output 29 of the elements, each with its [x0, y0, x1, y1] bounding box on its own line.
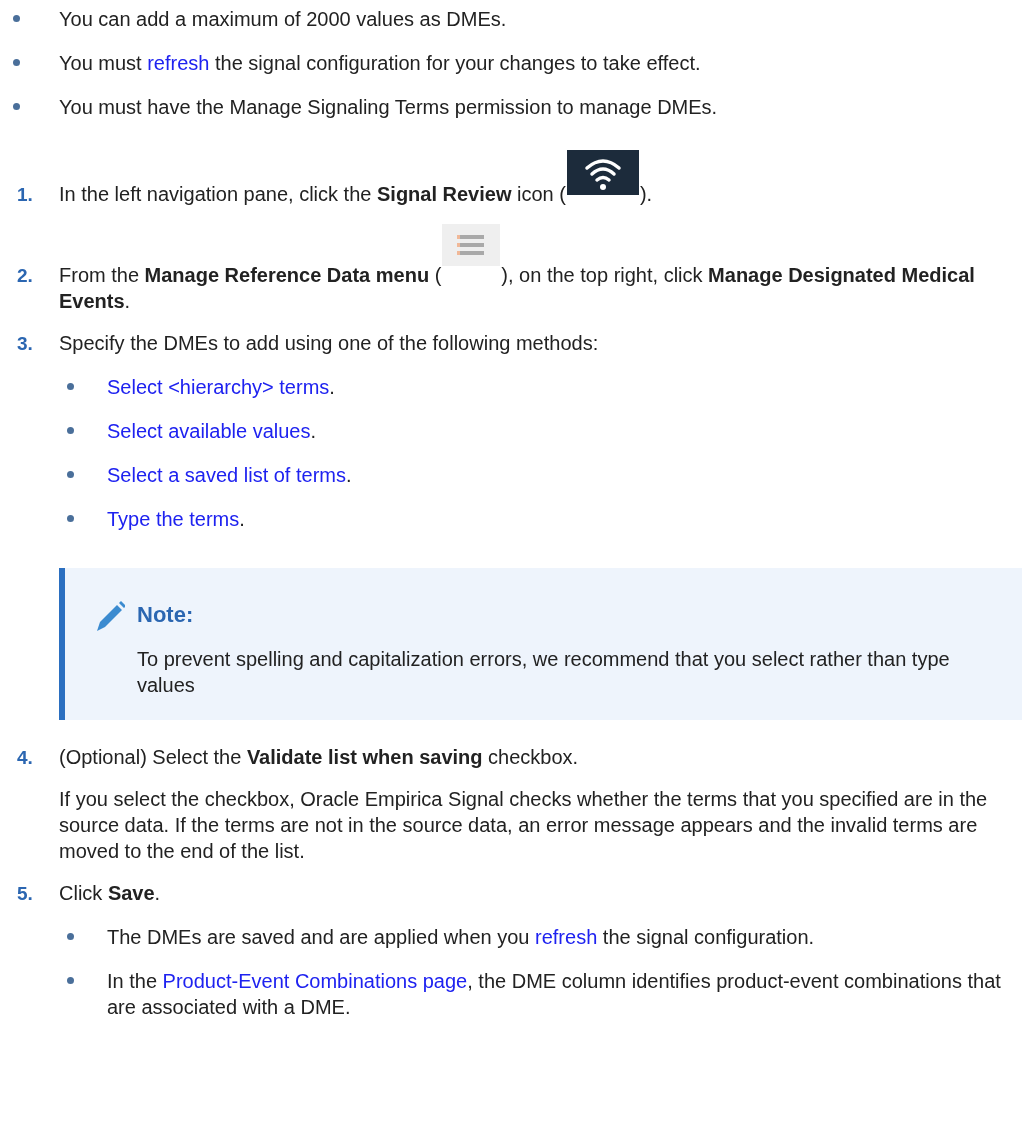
- note-title: Note:: [137, 602, 194, 628]
- bullet-text: Select <hierarchy> terms.: [107, 375, 335, 400]
- link[interactable]: Select available values: [107, 420, 311, 442]
- step-number: 1.: [17, 183, 34, 207]
- link[interactable]: Select a saved list of terms: [107, 464, 346, 486]
- bullet-text: Select a saved list of terms.: [107, 463, 352, 488]
- step-text: (Optional) Select the Validate list when saving checkbox.: [59, 745, 580, 770]
- step-text: Specify the DMEs to add using one of the following methods:: [59, 331, 600, 356]
- bullet-text: You can add a maximum of 2000 values as DMEs.: [59, 7, 507, 32]
- link[interactable]: refresh: [147, 52, 210, 74]
- bullet-text: The DMEs are saved and are applied when you refresh the signal configuration.: [107, 925, 815, 950]
- step-description: If you select the checkbox, Oracle Empirica Signal checks whether the terms that you specified are in the source data. If the terms are not in the source data, an error message appears and the invalid terms are moved to the end of the list.: [59, 787, 989, 864]
- step-text: In the left navigation pane, click the Signal Review icon ( ).: [59, 150, 1022, 207]
- bullet-text: Select available values.: [107, 419, 317, 444]
- step-text: From the Manage Reference Data menu ( ), on the top right, click Manage Designated Medical Events.: [59, 224, 1022, 314]
- bullet-text: You must refresh the signal configuration for your changes to take effect.: [59, 51, 701, 76]
- note-text: To prevent spelling and capitalization errors, we recommend that you select rather than type values: [136, 647, 951, 698]
- link[interactable]: Product-Event Combinations page: [162, 970, 468, 992]
- link[interactable]: Select <hierarchy> terms: [107, 376, 330, 398]
- bullet-text: You must have the Manage Signaling Terms permission to manage DMEs.: [59, 95, 718, 120]
- bullet-text: In the Product-Event Combinations page, the DME column identifies product-event combinations that are associated with a DME.: [107, 969, 1002, 1020]
- step-number: 2.: [17, 264, 34, 288]
- step-text: Click Save.: [59, 881, 162, 906]
- link[interactable]: Type the terms: [107, 508, 240, 530]
- link[interactable]: refresh: [535, 926, 598, 948]
- step-number: 3.: [17, 332, 34, 356]
- bullet-text: Type the terms.: [107, 507, 245, 532]
- step-number: 5.: [17, 882, 34, 906]
- step-number: 4.: [17, 746, 34, 770]
